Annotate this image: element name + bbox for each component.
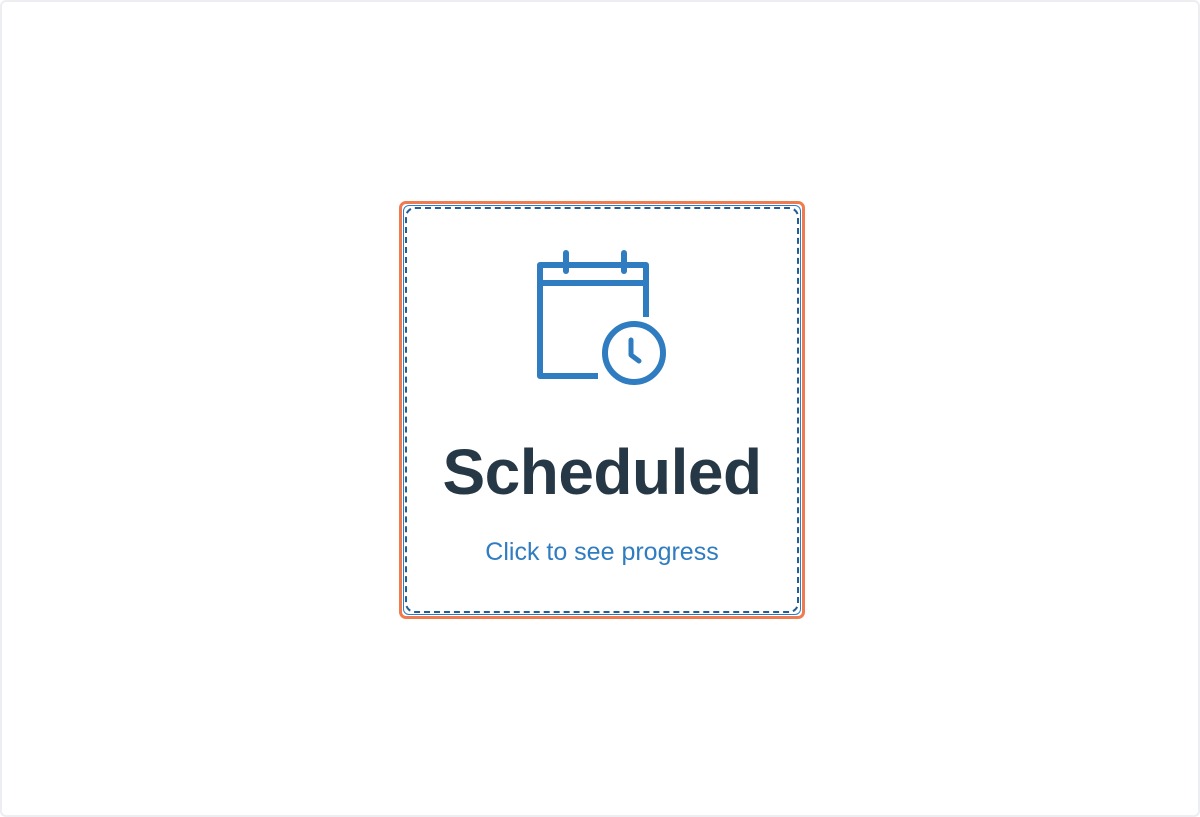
see-progress-link[interactable]: Click to see progress (402, 537, 802, 567)
status-title: Scheduled (442, 436, 762, 508)
page-frame: Scheduled Click to see progress (0, 0, 1200, 817)
scheduled-status-card[interactable]: Scheduled Click to see progress (399, 201, 805, 619)
calendar-clock-icon (537, 250, 666, 385)
